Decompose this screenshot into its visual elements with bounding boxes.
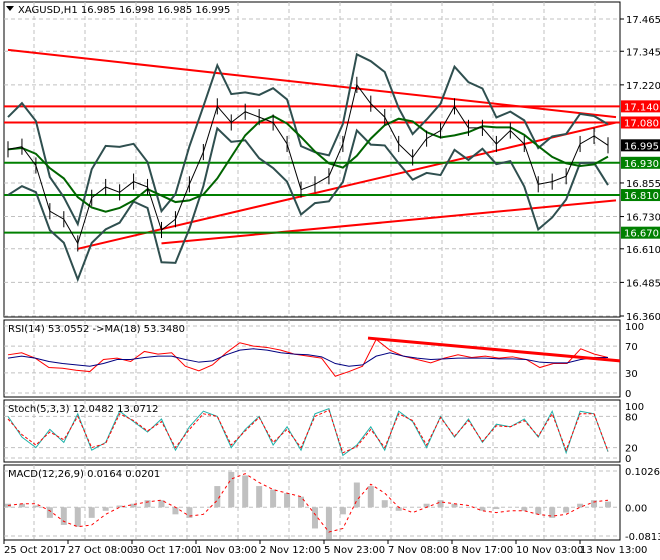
indicator-title: Stoch(5,3,3) 12.0482 13.0712 [8,404,159,415]
price-tick-label: 16.730 [626,213,660,224]
time-tick-label: 7 Nov 08:00 [388,545,449,556]
macd-bar [242,475,249,508]
price-line [7,83,609,245]
support-label: 16.810 [624,191,659,202]
macd-bar [493,507,500,510]
time-tick-label: 8 Nov 17:00 [452,545,513,556]
time-tick-label: 2 Nov 12:00 [260,545,321,556]
indicator-tick-label: 70 [625,342,638,353]
time-tick-label: 25 Oct 2017 [4,545,66,556]
resistance-label: 17.140 [624,102,659,113]
macd-bar [311,507,318,529]
macd-bar [74,507,81,527]
macd-bar [88,507,95,518]
chart-window: 17.465 17.345 17.220 16.855 16.730 16.610 16.4… [0,0,660,560]
macd-bar [270,489,277,508]
indicator-tick-label: -0.0813 [625,532,660,543]
indicator-title: RSI(14) 53.0552 ->MA(18) 53.3480 [8,324,185,335]
macd-bar [228,471,235,508]
price-tick-label: 16.485 [626,278,660,289]
time-tick-label: 10 Nov 03:00 [516,545,583,556]
time-tick-label: 13 Nov 13:00 [580,545,647,556]
indicator-tick-label: 100 [625,322,644,333]
macd-bar [144,500,151,508]
macd-bar [256,486,263,508]
macd-bar [437,500,444,508]
price-tick-label: 16.610 [626,245,660,256]
moving-average [7,114,609,213]
dropdown-arrow-icon[interactable] [6,6,14,11]
macd-bar [479,507,486,511]
macd-bar [32,505,39,508]
macd-bar [102,507,109,511]
indicator-tick-label: 20 [625,444,638,455]
indicator-tick-label: 0.00 [625,503,647,514]
indicator-tick-label: 0 [625,389,631,400]
macd-bar [18,503,25,508]
indicator-tick-label: 30 [625,369,638,380]
time-tick-label: 1 Nov 03:00 [196,545,257,556]
indicator-tick-label: 0.1026 [625,467,660,478]
macd-bar [605,501,611,508]
macd-bar [563,507,570,513]
price-tick-label: 17.465 [626,15,660,26]
support-label: 16.930 [624,159,659,170]
macd-bar [284,493,291,508]
macd-bar [381,500,388,508]
macd-signal-line [7,473,609,533]
support-label: 16.670 [624,229,659,240]
time-tick-label: 27 Oct 08:00 [68,545,133,556]
macd-bar [46,507,53,518]
indicator-tick-label: 80 [625,412,638,423]
macd-bar [577,503,584,508]
indicator-tick-label: 0 [625,454,631,465]
time-tick-label: 5 Nov 23:00 [324,545,385,556]
macd-bar [521,507,528,511]
price-tick-label: 17.345 [626,47,660,58]
resistance-label: 17.080 [624,118,659,129]
bollinger-upper [7,52,609,227]
macd-bar [60,507,67,525]
macd-bar [339,507,346,515]
macd-bar [535,507,542,515]
price-tick-label: 16.855 [626,179,660,190]
price-tick-label: 17.220 [626,81,660,92]
current-price-label: 16.995 [624,141,659,152]
macd-bar [116,505,123,508]
macd-bar [172,507,179,515]
macd-bar [298,496,305,508]
rsi-line [7,338,609,377]
stoch-k-line [7,407,609,457]
chart-header: XAGUSD,H1 16.985 16.998 16.985 16.995 [18,5,230,16]
indicator-tick-label: 100 [625,402,644,413]
macd-bar [367,486,374,508]
bollinger-lower [7,126,609,283]
indicator-title: MACD(12,26,9) 0.0164 0.0201 [8,469,160,480]
chart-canvas[interactable]: 17.465 17.345 17.220 16.855 16.730 16.610 16.4… [0,0,660,560]
time-tick-label: 30 Oct 17:00 [132,545,197,556]
macd-bar [325,507,332,540]
